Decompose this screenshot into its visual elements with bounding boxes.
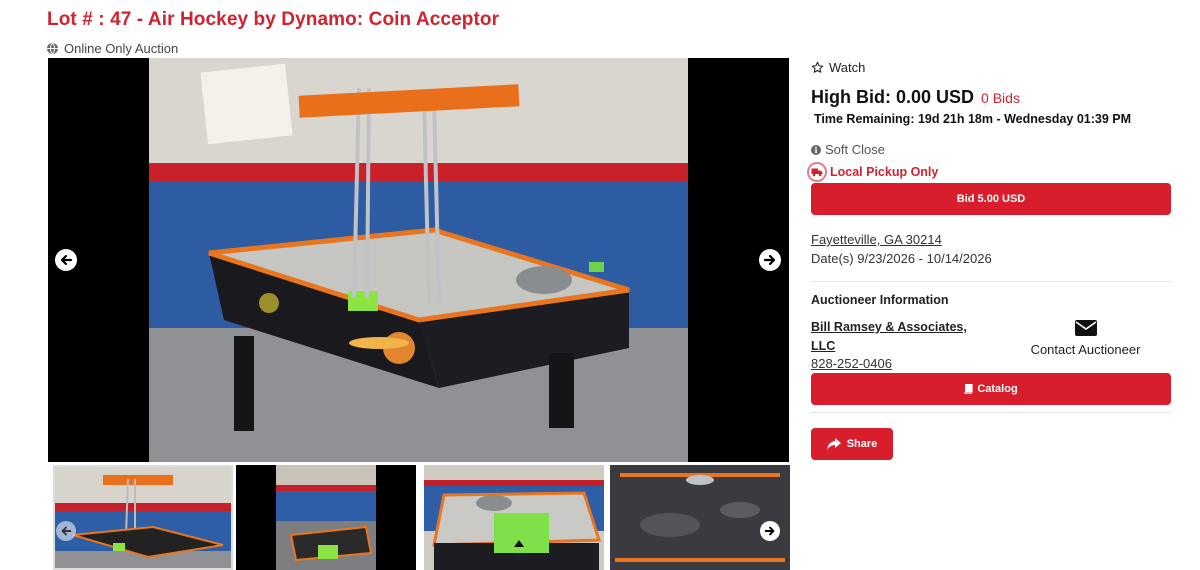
truck-icon xyxy=(807,162,827,182)
share-button[interactable]: Share xyxy=(811,428,893,460)
prev-photo-button[interactable] xyxy=(55,249,77,271)
auctioneer-name-link[interactable]: Bill Ramsey & Associates, LLC xyxy=(811,318,986,356)
soft-close-label: Soft Close xyxy=(825,142,885,157)
arrow-left-icon xyxy=(60,254,73,266)
auctioneer-heading: Auctioneer Information xyxy=(811,293,949,307)
contact-auctioneer-button[interactable]: Contact Auctioneer xyxy=(1023,320,1148,357)
arrow-right-icon xyxy=(764,526,775,536)
arrow-right-icon xyxy=(763,254,776,266)
book-icon xyxy=(964,384,973,394)
divider xyxy=(811,281,1171,282)
share-label: Share xyxy=(846,438,878,450)
thumbs-prev-button[interactable] xyxy=(56,521,76,541)
star-icon xyxy=(811,61,824,73)
envelope-icon xyxy=(1074,320,1097,336)
time-remaining: Time Remaining: 19d 21h 18m - Wednesday … xyxy=(814,112,1132,126)
auctioneer-phone-link[interactable]: 828-252-0406 xyxy=(811,356,892,371)
air-hockey-photo-1 xyxy=(53,465,233,570)
main-photo xyxy=(149,58,688,462)
soft-close: i Soft Close xyxy=(811,142,885,157)
thumbs-next-button[interactable] xyxy=(760,521,780,541)
high-bid-amount: High Bid: 0.00 USD xyxy=(811,87,975,107)
catalog-label: Catalog xyxy=(977,383,1018,395)
thumbnail-1[interactable] xyxy=(53,465,233,570)
lot-title: Lot # : 47 - Air Hockey by Dynamo: Coin … xyxy=(47,9,500,30)
arrow-left-icon xyxy=(61,526,72,536)
contact-auctioneer-label: Contact Auctioneer xyxy=(1030,342,1141,357)
thumbnail-strip xyxy=(48,465,790,570)
globe-icon xyxy=(47,43,58,54)
thumbnail-2[interactable] xyxy=(236,465,416,570)
info-icon: i xyxy=(811,144,821,155)
next-photo-button[interactable] xyxy=(759,249,781,271)
thumbnail-3[interactable] xyxy=(424,465,604,570)
air-hockey-photo-3 xyxy=(424,465,604,570)
local-pickup-notice: Local Pickup Only xyxy=(807,162,938,182)
catalog-button[interactable]: Catalog xyxy=(811,373,1171,405)
air-hockey-photo-2 xyxy=(236,465,416,570)
share-icon xyxy=(826,438,841,450)
photo-viewer xyxy=(48,58,789,462)
location-link[interactable]: Fayetteville, GA 30214 xyxy=(811,232,942,247)
local-pickup-label: Local Pickup Only xyxy=(830,165,939,179)
air-hockey-photo-4 xyxy=(610,465,790,570)
divider xyxy=(811,412,1171,413)
watch-button[interactable]: Watch xyxy=(811,60,865,75)
high-bid: High Bid: 0.00 USD 0 Bids xyxy=(811,87,1020,108)
auction-type-label: Online Only Auction xyxy=(64,41,179,56)
thumbnail-4[interactable] xyxy=(610,465,790,570)
auction-type: Online Only Auction xyxy=(47,41,178,56)
auction-dates: Date(s) 9/23/2026 - 10/14/2026 xyxy=(811,251,992,266)
bid-button[interactable]: Bid 5.00 USD xyxy=(811,183,1171,215)
watch-label: Watch xyxy=(829,60,866,75)
bids-count-link[interactable]: 0 Bids xyxy=(981,90,1020,106)
